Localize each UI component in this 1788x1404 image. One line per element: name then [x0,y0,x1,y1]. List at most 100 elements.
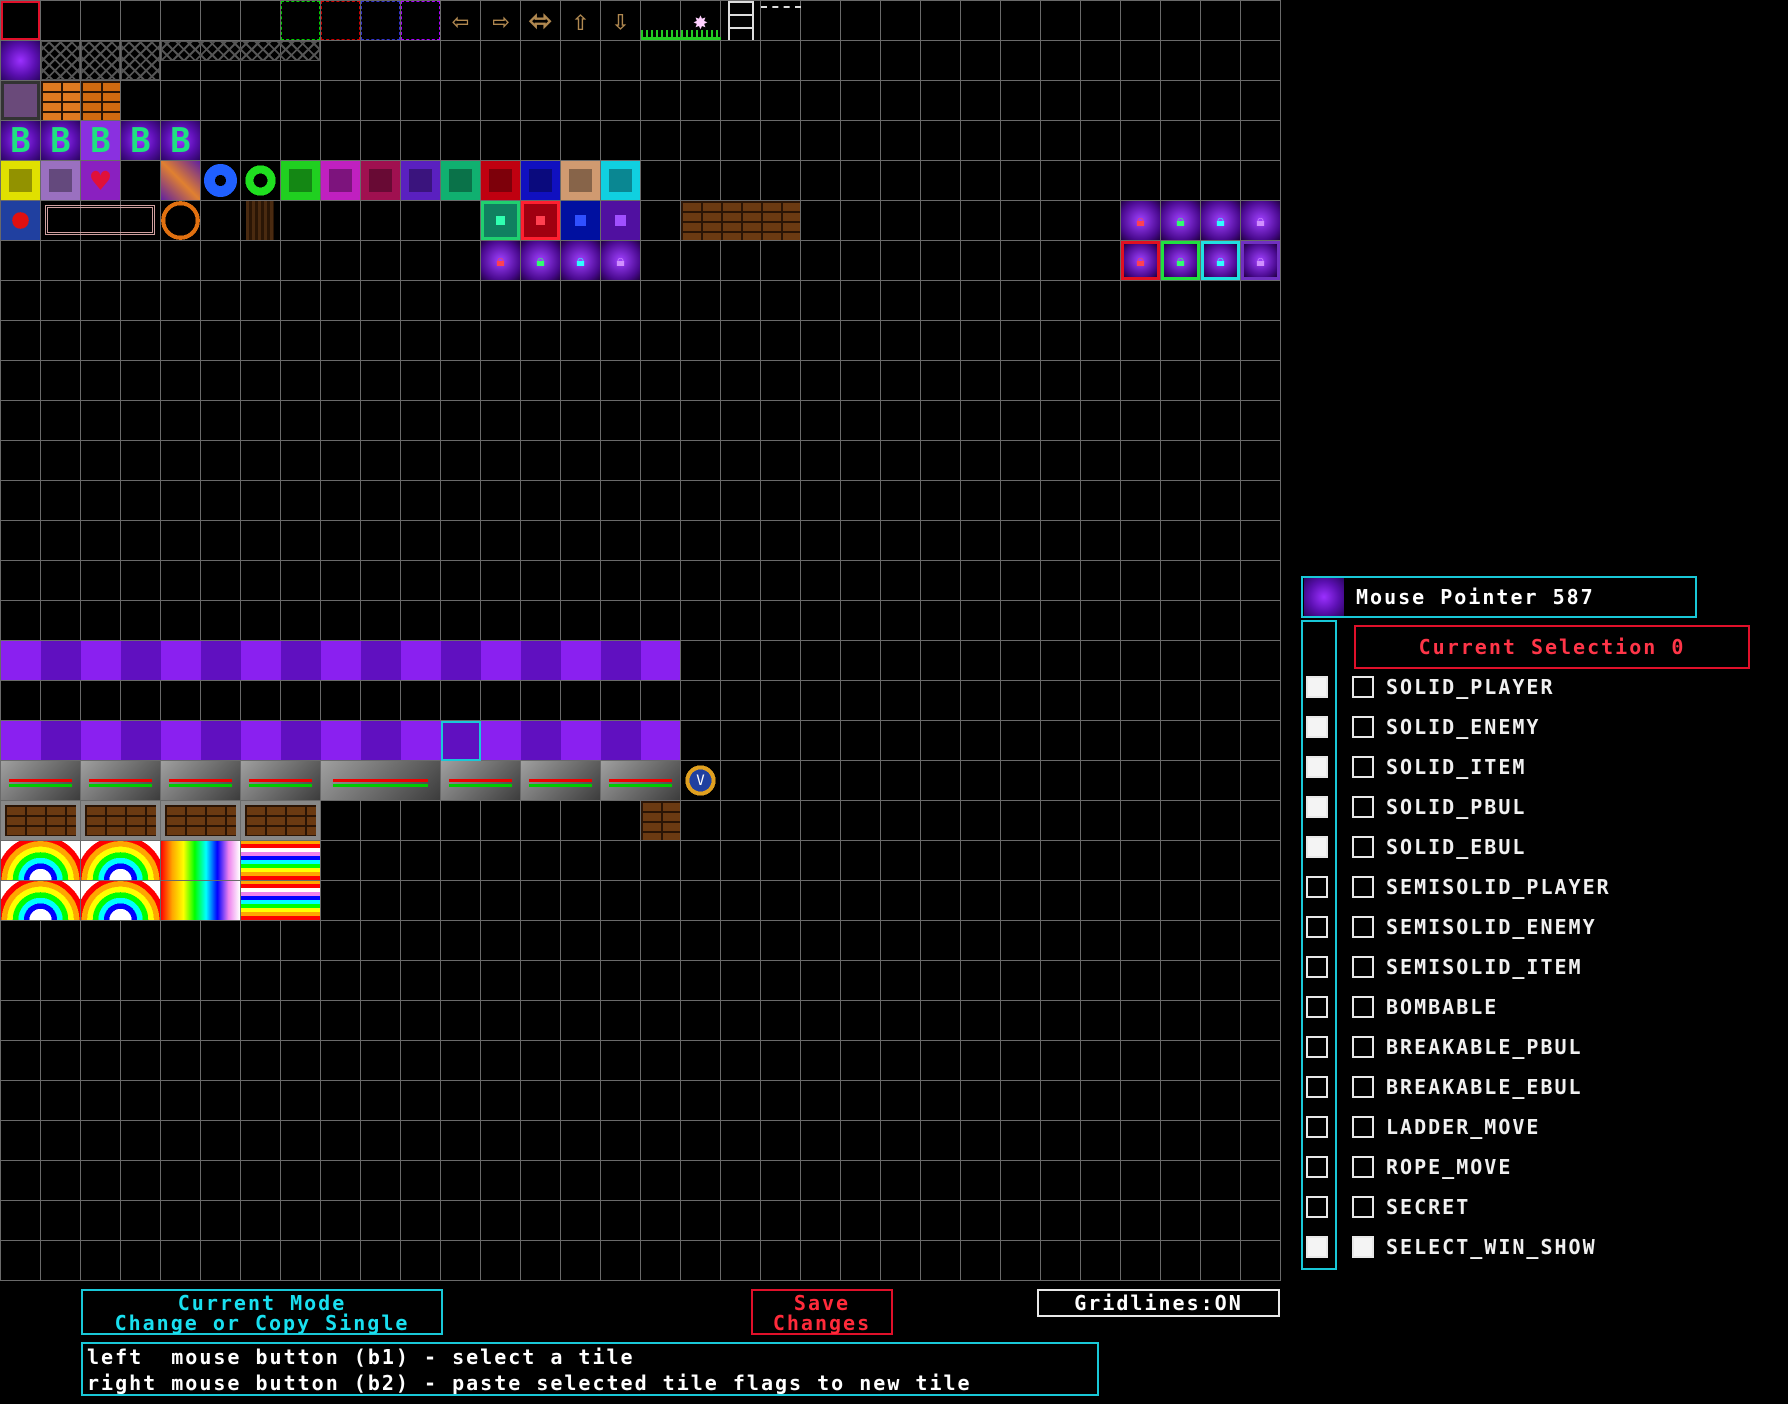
rainbow-stripe-tile[interactable] [241,841,320,880]
left-arrow-icon[interactable]: ⇦ [441,1,480,40]
heart-icon[interactable]: ♥ [81,161,120,200]
pointer-flag-checkbox[interactable] [1306,716,1328,738]
pointer-flag-checkbox[interactable] [1306,1156,1328,1178]
teal-block-tile[interactable] [441,161,480,200]
purple-wall-strip[interactable] [1,721,680,760]
tile-dashed-green[interactable] [281,1,320,40]
purple-wall-strip[interactable] [1,641,680,680]
selection-flag-checkbox[interactable] [1352,1036,1374,1058]
ladder-tile[interactable] [728,1,754,40]
green-orb-tile[interactable] [241,161,280,200]
green-button-tile[interactable] [481,201,520,240]
pointer-flag-checkbox[interactable] [1306,796,1328,818]
b-block-tile[interactable]: B [121,121,160,161]
brick-wall-tile[interactable] [681,201,800,240]
pointer-flag-checkbox[interactable] [1306,916,1328,938]
selection-flag-checkbox[interactable] [1352,996,1374,1018]
girder-tile[interactable] [81,41,120,80]
tile-dashed-purple[interactable] [401,1,440,40]
rainbow-stripe-tile[interactable] [241,881,320,920]
pointer-flag-checkbox[interactable] [1306,756,1328,778]
brick-panel-tile[interactable] [81,801,160,840]
girder-horizontal-tile[interactable] [161,41,320,61]
pipe-tile[interactable] [81,761,160,800]
spike-tile[interactable] [1,201,40,240]
brick-panel-tile[interactable] [241,801,320,840]
pointer-flag-checkbox[interactable] [1306,1036,1328,1058]
pointer-flag-checkbox[interactable] [1306,676,1328,698]
magenta-block-tile[interactable] [321,161,360,200]
pipe-tile[interactable] [601,761,680,800]
selection-flag-checkbox[interactable] [1352,1116,1374,1138]
selection-flag-checkbox[interactable] [1352,836,1374,858]
green-block-tile[interactable] [281,161,320,200]
blue-button-tile[interactable] [561,201,600,240]
purple-block-tile[interactable] [1,41,40,80]
pipe-tile[interactable] [241,761,320,800]
tile-dashed-blue[interactable] [361,1,400,40]
selection-flag-checkbox[interactable] [1352,796,1374,818]
pipe-tile[interactable] [321,761,440,800]
maroon-block-tile[interactable] [361,161,400,200]
rainbow-arc-tile[interactable] [81,841,160,880]
lock-icon[interactable]: 🔒︎ [1161,201,1200,240]
selection-flag-checkbox[interactable] [1352,1076,1374,1098]
wood-tile[interactable] [246,201,274,240]
rainbow-arc-tile[interactable] [81,881,160,920]
blue-orb-tile[interactable] [201,161,240,200]
selection-flag-checkbox[interactable] [1352,716,1374,738]
lock-icon[interactable]: 🔒︎ [1161,241,1200,280]
brick-panel-tile[interactable] [161,801,240,840]
selection-flag-checkbox[interactable] [1352,916,1374,938]
purple-button-tile[interactable] [601,201,640,240]
right-arrow-icon[interactable]: ⇨ [481,1,520,40]
brick-tile[interactable] [641,801,680,840]
left-right-arrow-icon[interactable]: ⬄ [521,1,560,40]
pipe-tile[interactable] [1,761,80,800]
pointer-flag-checkbox[interactable] [1306,1196,1328,1218]
pointer-flag-checkbox[interactable] [1306,996,1328,1018]
lock-icon[interactable]: 🔒︎ [1201,241,1240,280]
selection-flag-checkbox[interactable] [1352,1196,1374,1218]
platform-frame-tile[interactable] [45,205,155,235]
current-mode-button[interactable]: Current Mode Change or Copy Single [81,1289,443,1335]
pointer-flag-checkbox[interactable] [1306,836,1328,858]
up-arrow-icon[interactable]: ⇧ [561,1,600,40]
b-block-tile[interactable]: B [41,121,80,161]
b-block-tile[interactable]: B [81,121,120,161]
valve-icon[interactable]: V [681,761,720,800]
pointer-flag-checkbox[interactable] [1306,1116,1328,1138]
lock-icon[interactable]: 🔒︎ [561,241,600,280]
girder-tile[interactable] [41,41,80,80]
rainbow-stripe-tile[interactable] [161,841,240,880]
pointer-flag-checkbox[interactable] [1306,956,1328,978]
pointer-flag-checkbox[interactable] [1306,1236,1328,1258]
rainbow-stripe-tile[interactable] [161,881,240,920]
rope-tile[interactable] [761,6,801,8]
bomb-brick-tile[interactable] [81,81,120,120]
ring-tile[interactable] [161,201,200,240]
save-changes-button[interactable]: Save Changes [751,1289,893,1335]
bomb-block-tile[interactable] [1,81,40,120]
pointer-flag-checkbox[interactable] [1306,876,1328,898]
red-button-tile[interactable] [521,201,560,240]
brick-panel-tile[interactable] [1,801,80,840]
tile-empty-selected[interactable] [1,1,40,40]
lock-icon[interactable]: 🔒︎ [481,241,520,280]
cyan-block-tile[interactable] [601,161,640,200]
blue-block-tile[interactable] [521,161,560,200]
selection-flag-checkbox[interactable] [1352,1236,1374,1258]
selection-flag-checkbox[interactable] [1352,876,1374,898]
b-block-tile[interactable]: B [161,121,200,161]
pointer-flag-checkbox[interactable] [1306,1076,1328,1098]
yellow-block-tile[interactable] [1,161,40,200]
lock-icon[interactable]: 🔒︎ [1121,201,1160,240]
violet-block-tile[interactable] [401,161,440,200]
pipe-tile[interactable] [161,761,240,800]
lock-icon[interactable]: 🔒︎ [521,241,560,280]
red-block-tile[interactable] [481,161,520,200]
selection-flag-checkbox[interactable] [1352,956,1374,978]
rainbow-arc-tile[interactable] [1,881,80,920]
gridlines-toggle[interactable]: Gridlines:ON [1037,1289,1280,1317]
rainbow-arc-tile[interactable] [1,841,80,880]
